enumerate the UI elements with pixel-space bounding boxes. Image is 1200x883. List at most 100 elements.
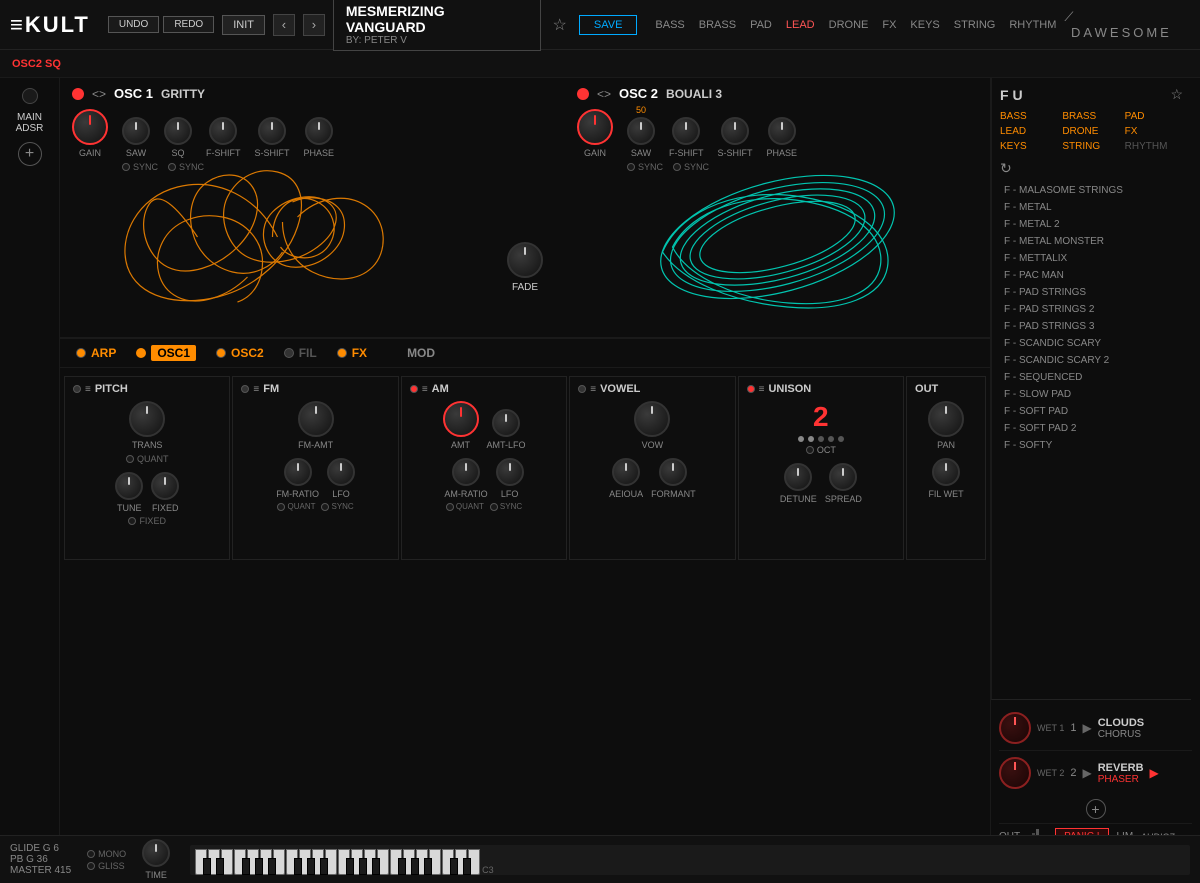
osc1-sshift-knob[interactable] <box>258 117 286 145</box>
osc2-saw-knob[interactable] <box>627 117 655 145</box>
add-button[interactable]: + <box>18 142 42 166</box>
nav-fx[interactable]: FX <box>337 346 367 360</box>
fx2-arrow[interactable]: ▶ <box>1082 766 1091 780</box>
osc1-led[interactable] <box>72 88 84 100</box>
tab-drone[interactable]: DRONE <box>829 19 869 31</box>
tab-bass[interactable]: BASS <box>655 19 684 31</box>
osc1-phase-knob[interactable] <box>305 117 333 145</box>
pitch-trans-knob[interactable] <box>129 401 165 437</box>
key-19[interactable] <box>429 849 441 856</box>
preset-item-6[interactable]: F - PAD STRINGS <box>1000 285 1183 300</box>
right-cat-drone[interactable]: DRONE <box>1062 126 1120 137</box>
out-filwet-knob[interactable] <box>932 458 960 486</box>
fm-lfo-knob[interactable] <box>327 458 355 486</box>
preset-next-button[interactable]: › <box>303 14 325 36</box>
key-12[interactable] <box>338 849 350 856</box>
tab-fx[interactable]: FX <box>882 19 896 31</box>
refresh-icon[interactable]: ↻ <box>1000 160 1183 177</box>
osc2-sshift-knob[interactable] <box>721 117 749 145</box>
save-button[interactable]: SAVE <box>579 15 638 35</box>
preset-item-9[interactable]: F - SCANDIC SCARY <box>1000 336 1183 351</box>
right-star-btn[interactable]: ☆ <box>1170 86 1183 103</box>
preset-item-4[interactable]: F - METTALIX <box>1000 251 1183 266</box>
fx1-knob[interactable] <box>999 712 1031 744</box>
tab-brass[interactable]: BRASS <box>699 19 736 31</box>
key-13[interactable] <box>351 849 363 856</box>
am-amt-knob[interactable] <box>443 401 479 437</box>
osc1-gain-knob[interactable] <box>72 109 108 145</box>
osc2-gain-knob[interactable] <box>577 109 613 145</box>
nav-fil[interactable]: FIL <box>284 346 317 360</box>
main-adsr-led[interactable] <box>22 88 38 104</box>
key-4[interactable] <box>234 849 246 856</box>
key-18[interactable] <box>416 849 428 856</box>
right-cat-fx[interactable]: FX <box>1125 126 1183 137</box>
key-3[interactable] <box>221 849 233 856</box>
fm-ratio-knob[interactable] <box>284 458 312 486</box>
am-amtlfo-knob[interactable] <box>492 409 520 437</box>
right-cat-brass[interactable]: BRASS <box>1062 111 1120 122</box>
nav-osc2[interactable]: OSC2 <box>216 346 264 360</box>
preset-item-10[interactable]: F - SCANDIC SCARY 2 <box>1000 353 1183 368</box>
key-6[interactable] <box>260 849 272 856</box>
key-10[interactable] <box>312 849 324 856</box>
key-5[interactable] <box>247 849 259 856</box>
vowel-formant-knob[interactable] <box>659 458 687 486</box>
tab-rhythm[interactable]: RHYTHM <box>1009 19 1056 31</box>
preset-item-8[interactable]: F - PAD STRINGS 3 <box>1000 319 1183 334</box>
preset-item-1[interactable]: F - METAL <box>1000 200 1183 215</box>
key-14[interactable] <box>364 849 376 856</box>
nav-arp[interactable]: ARP <box>76 346 116 360</box>
key-15[interactable] <box>377 849 389 856</box>
right-cat-lead[interactable]: LEAD <box>1000 126 1058 137</box>
right-cat-keys[interactable]: KEYS <box>1000 141 1058 152</box>
preset-item-13[interactable]: F - SOFT PAD <box>1000 404 1183 419</box>
key-20[interactable] <box>442 849 454 856</box>
nav-osc1[interactable]: OSC1 <box>136 345 196 361</box>
am-lfo-knob[interactable] <box>496 458 524 486</box>
key-11[interactable] <box>325 849 337 856</box>
tab-string[interactable]: STRING <box>954 19 996 31</box>
right-cat-bass[interactable]: BASS <box>1000 111 1058 122</box>
vowel-aeioua-knob[interactable] <box>612 458 640 486</box>
tab-keys[interactable]: KEYS <box>910 19 939 31</box>
osc2-led[interactable] <box>577 88 589 100</box>
fx2-knob[interactable] <box>999 757 1031 789</box>
preset-item-15[interactable]: F - SOFTY <box>1000 438 1183 453</box>
undo-button[interactable]: UNDO <box>108 16 159 33</box>
preset-prev-button[interactable]: ‹ <box>273 14 295 36</box>
pitch-fixed-knob[interactable] <box>151 472 179 500</box>
key-9[interactable] <box>299 849 311 856</box>
key-2[interactable] <box>208 849 220 856</box>
osc1-fshift-knob[interactable] <box>209 117 237 145</box>
keyboard-display[interactable]: .key-w { width:12px; height:26px; backgr… <box>190 845 990 856</box>
preset-item-0[interactable]: F - MALASOME STRINGS <box>1000 183 1183 198</box>
right-cat-string[interactable]: STRING <box>1062 141 1120 152</box>
nav-mod[interactable]: MOD <box>387 346 435 360</box>
vowel-vow-knob[interactable] <box>634 401 670 437</box>
key-8[interactable] <box>286 849 298 856</box>
preset-item-7[interactable]: F - PAD STRINGS 2 <box>1000 302 1183 317</box>
key-1[interactable] <box>195 849 207 856</box>
pitch-tune-knob[interactable] <box>115 472 143 500</box>
fx-add-button[interactable]: + <box>1086 799 1106 819</box>
out-pan-knob[interactable] <box>928 401 964 437</box>
osc1-saw-knob[interactable] <box>122 117 150 145</box>
time-knob[interactable] <box>142 839 170 855</box>
fx1-arrow[interactable]: ▶ <box>1082 721 1091 735</box>
init-button[interactable]: INIT <box>222 15 265 35</box>
unison-detune-knob[interactable] <box>784 463 812 491</box>
key-22[interactable] <box>468 849 480 856</box>
preset-item-5[interactable]: F - PAC MAN <box>1000 268 1183 283</box>
am-ratio-knob[interactable] <box>452 458 480 486</box>
key-21[interactable] <box>455 849 467 856</box>
fm-amt-knob[interactable] <box>298 401 334 437</box>
preset-item-12[interactable]: F - SLOW PAD <box>1000 387 1183 402</box>
preset-item-14[interactable]: F - SOFT PAD 2 <box>1000 421 1183 436</box>
osc2-fshift-knob[interactable] <box>672 117 700 145</box>
key-7[interactable] <box>273 849 285 856</box>
tab-lead[interactable]: LEAD <box>786 19 815 31</box>
fade-knob[interactable] <box>507 242 543 278</box>
osc2-phase-knob[interactable] <box>768 117 796 145</box>
key-16[interactable] <box>390 849 402 856</box>
